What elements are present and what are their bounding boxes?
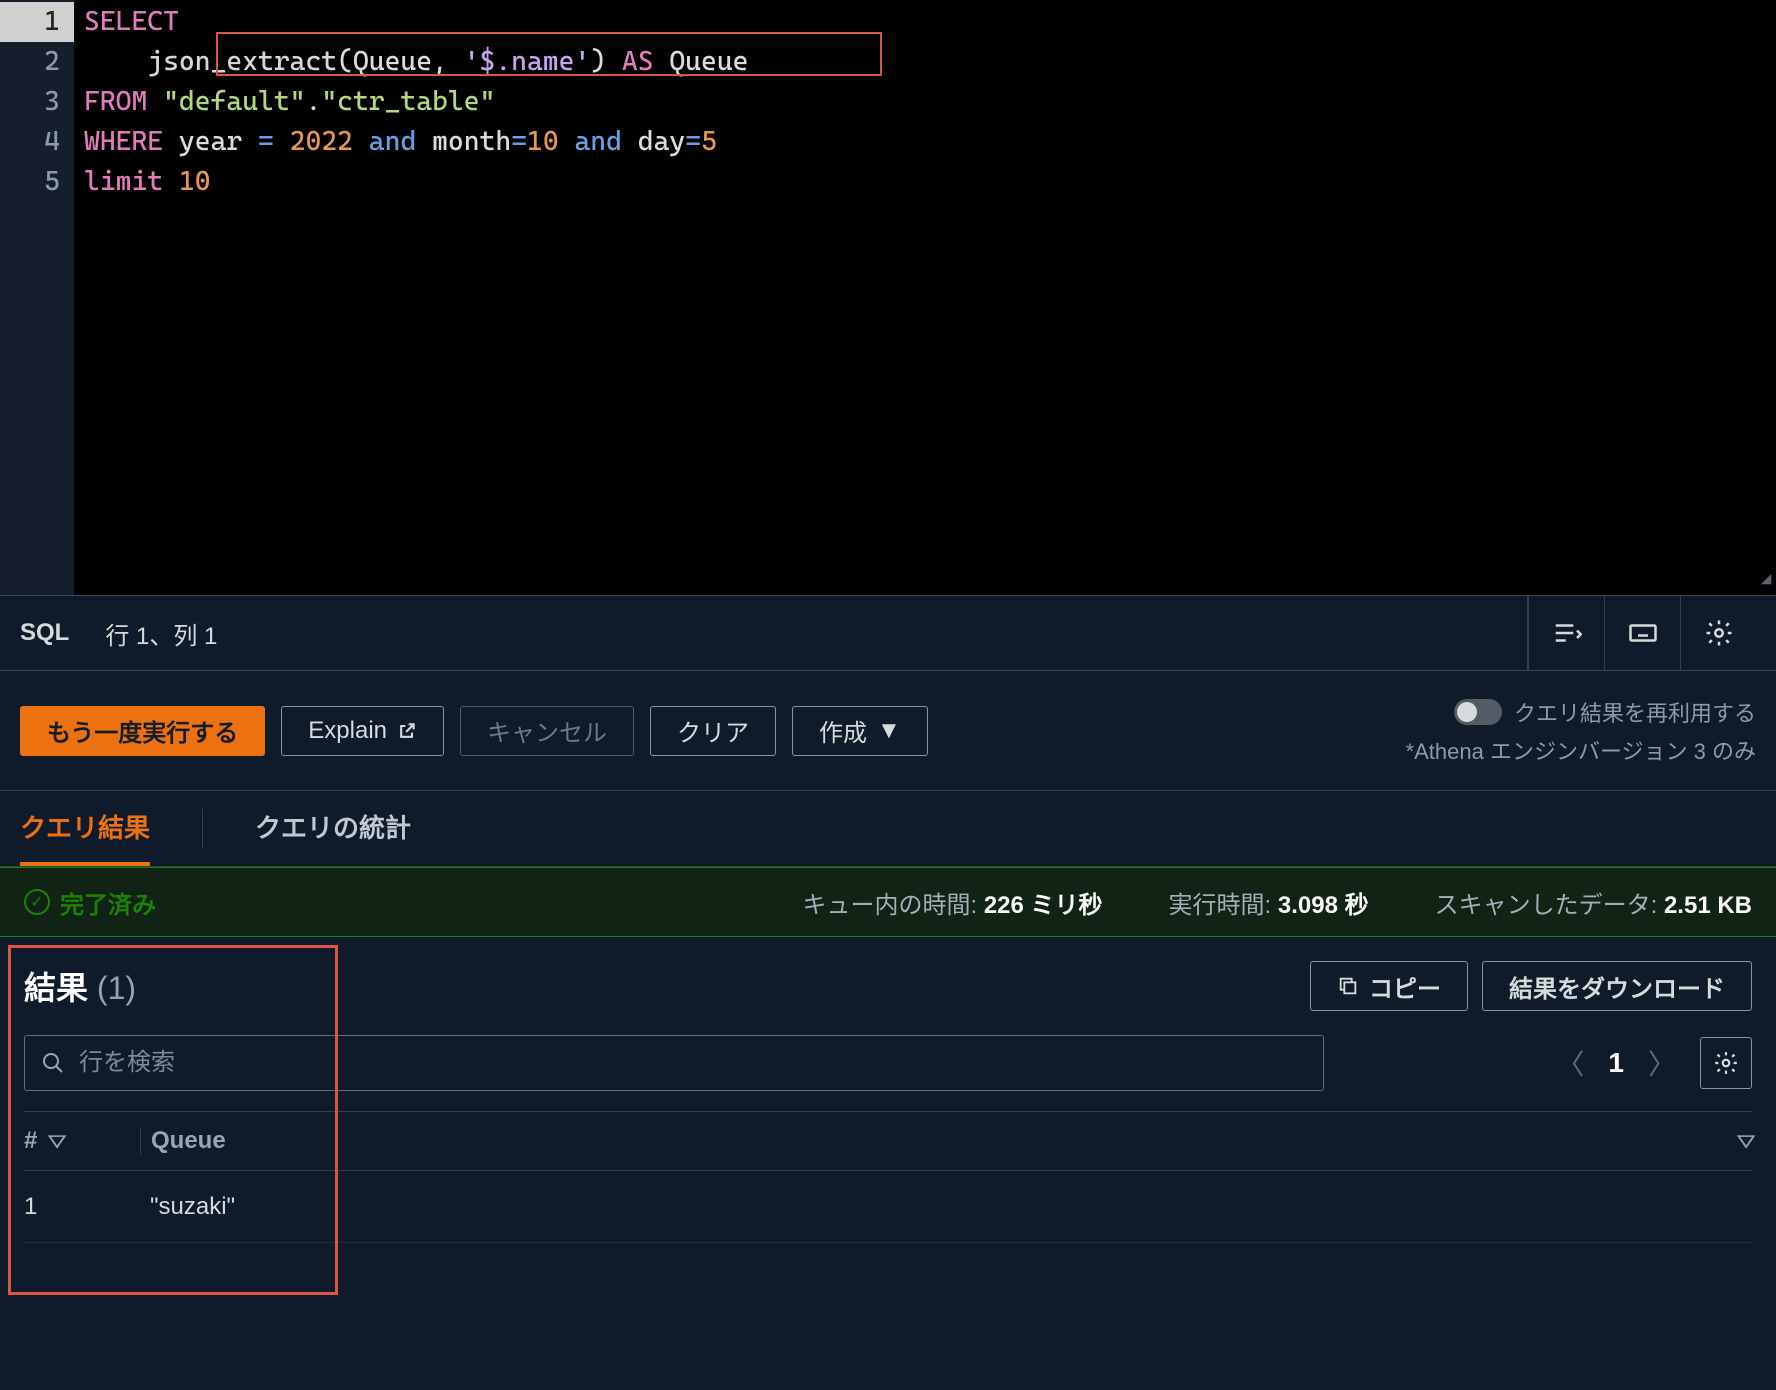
next-page-icon[interactable]: 〉 [1648, 1043, 1676, 1083]
runtime-value: 3.098 秒 [1278, 892, 1369, 919]
language-label: SQL [20, 619, 69, 647]
page-number: 1 [1608, 1047, 1624, 1079]
keyword-from: FROM [84, 86, 147, 117]
clear-button[interactable]: クリア [650, 706, 776, 756]
prev-page-icon[interactable]: 〈 [1556, 1043, 1584, 1083]
table-header: # ▽ Queue ▽ [24, 1111, 1752, 1171]
download-results-button[interactable]: 結果をダウンロード [1482, 961, 1752, 1011]
queue-time-value: 226 ミリ秒 [984, 892, 1103, 919]
line-number: 3 [0, 82, 74, 122]
query-status-line: ✓ 完了済み キュー内の時間: 226 ミリ秒 実行時間: 3.098 秒 スキ… [0, 867, 1776, 937]
copy-button[interactable]: コピー [1310, 961, 1468, 1011]
engine-note: *Athena エンジンバージョン 3 のみ [1406, 734, 1756, 766]
settings-gear-icon[interactable] [1680, 595, 1756, 671]
format-icon[interactable] [1528, 595, 1604, 671]
sql-editor[interactable]: 1 2 3 4 5 SELECT json_extract(Queue, '$.… [0, 0, 1776, 595]
results-header: 結果 (1) コピー 結果をダウンロード [0, 937, 1776, 1035]
keyword-where: WHERE [84, 126, 163, 157]
keyboard-icon[interactable] [1604, 595, 1680, 671]
results-count: (1) [97, 970, 136, 1006]
line-number: 4 [0, 122, 74, 162]
copy-icon [1337, 975, 1359, 997]
run-again-button[interactable]: もう一度実行する [20, 706, 265, 756]
sort-caret-icon[interactable]: ▽ [1737, 1131, 1754, 1151]
cursor-position: 行 1、列 1 [105, 616, 217, 651]
keyword-select: SELECT [84, 6, 179, 37]
action-bar: もう一度実行する Explain キャンセル クリア 作成 ▼ クエリ結果を再利… [0, 671, 1776, 791]
create-button[interactable]: 作成 ▼ [792, 706, 928, 756]
line-number: 2 [0, 42, 74, 82]
search-input[interactable] [79, 1049, 1307, 1077]
external-link-icon [397, 721, 417, 741]
cancel-button: キャンセル [460, 706, 634, 756]
line-number: 1 [0, 2, 74, 42]
search-icon [41, 1051, 65, 1075]
search-pager-row: 〈 1 〉 [0, 1035, 1776, 1111]
sort-caret-icon[interactable]: ▽ [49, 1131, 66, 1151]
results-tabs: クエリ結果 クエリの統計 [0, 791, 1776, 867]
function-json-extract: json_extract [147, 46, 337, 77]
row-value: "suzaki" [140, 1193, 1752, 1221]
tab-query-stats[interactable]: クエリの統計 [255, 791, 411, 866]
scanned-value: 2.51 KB [1664, 892, 1752, 919]
search-rows-box[interactable] [24, 1035, 1324, 1091]
editor-code-area[interactable]: SELECT json_extract(Queue, '$.name') AS … [74, 0, 1776, 595]
status-completed: 完了済み [60, 885, 156, 920]
gear-icon [1713, 1050, 1739, 1076]
resize-handle-icon[interactable]: ◢ [1760, 567, 1772, 591]
line-number: 5 [0, 162, 74, 202]
editor-gutter: 1 2 3 4 5 [0, 0, 74, 595]
results-table: # ▽ Queue ▽ 1 "suzaki" [0, 1111, 1776, 1243]
table-settings-button[interactable] [1700, 1037, 1752, 1089]
reuse-results-toggle[interactable] [1454, 699, 1502, 725]
editor-status-bar: SQL 行 1、列 1 [0, 595, 1776, 671]
row-index: 1 [24, 1193, 140, 1221]
table-row[interactable]: 1 "suzaki" [24, 1171, 1752, 1243]
tab-divider [202, 809, 203, 849]
chevron-down-icon: ▼ [877, 717, 901, 745]
column-header-queue[interactable]: Queue [151, 1127, 226, 1155]
check-circle-icon: ✓ [24, 889, 50, 915]
pager: 〈 1 〉 [1556, 1043, 1676, 1083]
reuse-results-label: クエリ結果を再利用する [1514, 696, 1756, 728]
tab-query-results[interactable]: クエリ結果 [20, 791, 150, 866]
results-title: 結果 (1) [24, 963, 136, 1009]
keyword-limit: limit [84, 166, 163, 197]
index-header[interactable]: # [24, 1127, 37, 1155]
explain-button[interactable]: Explain [281, 706, 444, 756]
